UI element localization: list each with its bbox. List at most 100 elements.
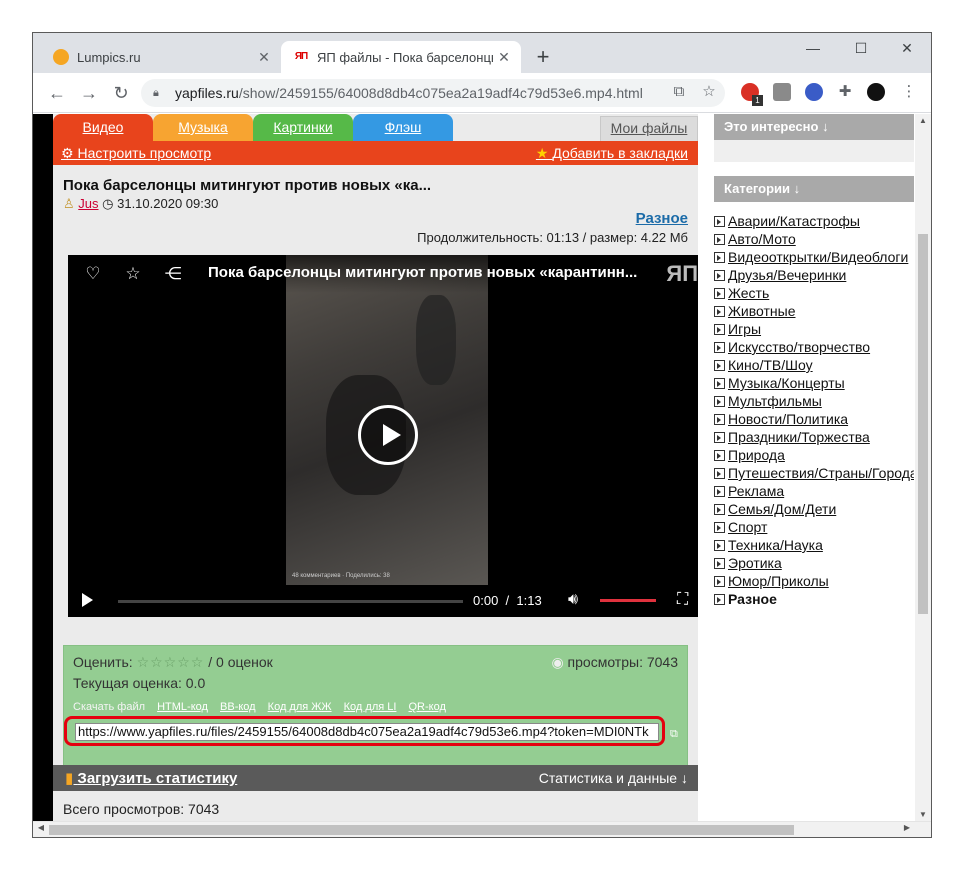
arrow-box-icon [714, 593, 725, 605]
author-link[interactable]: Jus [78, 196, 98, 211]
sidebar: Это интересно ↓ Категории ↓ Аварии/Катас… [698, 114, 931, 821]
my-files-tab[interactable]: Мои файлы [600, 116, 698, 141]
category-item[interactable]: Музыка/Концерты [714, 374, 914, 392]
category-item[interactable]: Друзья/Вечеринки [714, 266, 914, 284]
category-item[interactable]: Аварии/Катастрофы [714, 212, 914, 230]
html-code-link[interactable]: HTML-код [157, 701, 208, 713]
interesting-header[interactable]: Это интересно ↓ [714, 114, 914, 140]
heart-icon[interactable]: ♡ [82, 263, 104, 285]
fullscreen-icon[interactable]: ⛶ [677, 591, 688, 609]
maximize-button[interactable]: ☐ [841, 37, 881, 59]
lock-icon: 🔒︎ [153, 86, 159, 99]
reload-icon[interactable]: ↻ [109, 81, 133, 105]
volume-icon[interactable]: 🔊︎ [568, 591, 578, 609]
category-item[interactable]: Реклама [714, 482, 914, 500]
volume-slider[interactable] [600, 599, 656, 602]
vertical-scrollbar[interactable]: ▲ ▼ [915, 114, 931, 821]
address-bar[interactable]: 🔒︎ yapfiles.ru/show/2459155/64008d8db4c0… [141, 79, 725, 107]
play-button[interactable] [358, 405, 418, 465]
avatar[interactable] [867, 83, 885, 101]
category-item[interactable]: Видеооткрытки/Видеоблоги [714, 248, 914, 266]
scroll-down-icon[interactable]: ▼ [915, 810, 931, 819]
category-item[interactable]: Животные [714, 302, 914, 320]
category-item[interactable]: Кино/ТВ/Шоу [714, 356, 914, 374]
arrow-box-icon [714, 233, 725, 245]
category-item[interactable]: Новости/Политика [714, 410, 914, 428]
new-tab-button[interactable]: + [531, 45, 555, 69]
load-stats-link[interactable]: ▮ Загрузить статистику [65, 769, 237, 787]
category-item[interactable]: Игры [714, 320, 914, 338]
play-icon[interactable] [82, 593, 93, 607]
category-label: Реклама [728, 483, 785, 499]
extension-gray-icon[interactable] [773, 83, 791, 101]
category-label: Мультфильмы [728, 393, 822, 409]
lj-code-link[interactable]: Код для ЖЖ [268, 701, 332, 713]
scroll-thumb[interactable] [918, 234, 928, 614]
address-path: /show/2459155/64008d8db4c075ea2a19adf4c7… [238, 85, 643, 101]
category-link[interactable]: Разное [636, 210, 688, 227]
video-player[interactable]: 48 комментариев · Поделились: 38 ♡ ☆ ⋲ П… [68, 255, 708, 617]
file-url-field[interactable]: https://www.yapfiles.ru/files/2459155/64… [75, 723, 659, 741]
category-label: Музыка/Концерты [728, 375, 845, 391]
back-arrow-icon[interactable]: ← [45, 81, 69, 105]
close-icon[interactable]: ✕ [253, 49, 275, 66]
category-label: Спорт [728, 519, 768, 535]
extension-globe-icon[interactable] [805, 83, 823, 101]
category-item[interactable]: Разное [714, 590, 914, 608]
copy-icon[interactable]: ⧉ [670, 728, 678, 741]
tab-lumpics[interactable]: Lumpics.ru ✕ [41, 41, 281, 73]
star-icon: ★ [535, 145, 553, 161]
forward-arrow-icon[interactable]: → [77, 81, 101, 105]
minimize-button[interactable]: — [793, 37, 833, 59]
category-item[interactable]: Техника/Наука [714, 536, 914, 554]
qr-code-link[interactable]: QR-код [409, 701, 446, 713]
tab-video[interactable]: Видео [53, 114, 153, 141]
settings-link[interactable]: ⚙ Настроить просмотр [61, 141, 211, 165]
arrow-box-icon [714, 215, 725, 227]
video-meta: ♙ Jus ◷ 31.10.2020 09:30 [63, 196, 218, 212]
scroll-left-icon[interactable]: ◀ [33, 823, 49, 832]
arrow-box-icon [714, 377, 725, 389]
progress-track[interactable] [118, 600, 463, 603]
browser-toolbar: ← → ↻ 🔒︎ yapfiles.ru/show/2459155/64008d… [33, 73, 931, 113]
tab-music[interactable]: Музыка [153, 114, 253, 141]
interesting-box [714, 140, 914, 162]
scroll-up-icon[interactable]: ▲ [915, 116, 931, 125]
close-icon[interactable]: ✕ [493, 49, 515, 66]
scroll-right-icon[interactable]: ▶ [899, 823, 915, 832]
close-window-button[interactable]: ✕ [887, 37, 927, 59]
blocked-popup-icon[interactable]: ⧉ [669, 82, 689, 102]
category-item[interactable]: Праздники/Торжества [714, 428, 914, 446]
category-item[interactable]: Путешествия/Страны/Города [714, 464, 914, 482]
views-count: ◉ просмотры: 7043 [551, 654, 678, 670]
categories-header[interactable]: Категории ↓ [714, 176, 914, 202]
add-bookmark-link[interactable]: ★ Добавить в закладки [536, 141, 688, 165]
category-item[interactable]: Спорт [714, 518, 914, 536]
category-item[interactable]: Юмор/Приколы [714, 572, 914, 590]
puzzle-extensions-icon[interactable]: ✚ [835, 82, 855, 102]
scroll-thumb[interactable] [49, 825, 794, 835]
tab-yapfiles[interactable]: ЯП ЯП файлы - Пока барселонцы м ✕ [281, 41, 521, 73]
category-label: Природа [728, 447, 785, 463]
category-item[interactable]: Авто/Мото [714, 230, 914, 248]
star-bookmark-icon[interactable]: ☆ [699, 82, 719, 102]
bb-code-link[interactable]: BB-код [220, 701, 256, 713]
stats-data-toggle[interactable]: Статистика и данные ↓ [539, 770, 688, 786]
tab-flash[interactable]: Флэш [353, 114, 453, 141]
category-item[interactable]: Эротика [714, 554, 914, 572]
rating-stars[interactable]: ☆☆☆☆☆ [137, 654, 205, 670]
download-file-link[interactable]: Скачать файл [73, 701, 145, 713]
category-item[interactable]: Искусство/творчество [714, 338, 914, 356]
category-label: Семья/Дом/Дети [728, 501, 837, 517]
menu-dots-icon[interactable]: ⋮ [899, 82, 919, 102]
category-item[interactable]: Мультфильмы [714, 392, 914, 410]
share-icon[interactable]: ⋲ [162, 263, 184, 285]
category-item[interactable]: Жесть [714, 284, 914, 302]
tab-pictures[interactable]: Картинки [253, 114, 353, 141]
category-item[interactable]: Семья/Дом/Дети [714, 500, 914, 518]
star-icon[interactable]: ☆ [122, 263, 144, 285]
category-item[interactable]: Природа [714, 446, 914, 464]
extension-badge: 1 [752, 95, 763, 106]
horizontal-scrollbar[interactable]: ◀ ▶ [33, 821, 931, 837]
li-code-link[interactable]: Код для LI [344, 701, 397, 713]
